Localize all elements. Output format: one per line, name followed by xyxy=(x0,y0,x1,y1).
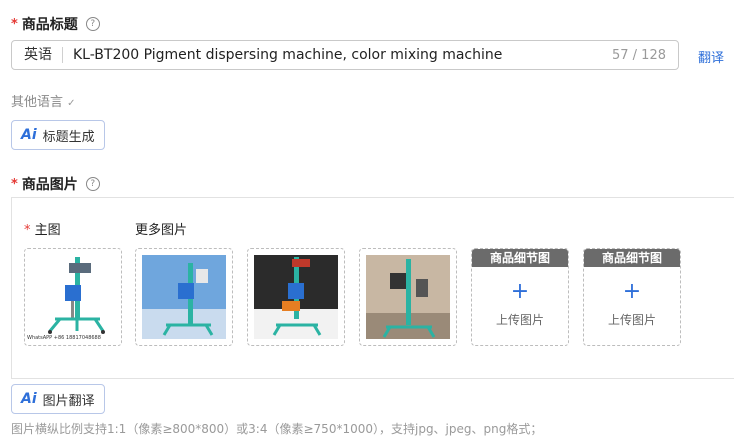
main-image-slot[interactable]: WhatsAPP +86 18817048688 xyxy=(24,248,122,346)
more-image-2[interactable] xyxy=(247,248,345,346)
product-photo-main xyxy=(25,249,121,345)
ai-title-generate-button[interactable]: Ai 标题生成 xyxy=(11,120,105,150)
other-language-label: 其他语言 xyxy=(11,95,64,110)
translate-link[interactable]: 翻译 xyxy=(698,47,724,66)
upload-image-label: 上传图片 xyxy=(607,313,656,327)
upload-image-label: 上传图片 xyxy=(495,313,544,327)
product-photo-workshop xyxy=(366,255,450,339)
detail-image-slot-2[interactable]: 商品细节图 + 上传图片 xyxy=(583,248,681,346)
detail-image-slot-1[interactable]: 商品细节图 + 上传图片 xyxy=(471,248,569,346)
product-title-heading: * 商品标题 ? xyxy=(11,14,100,34)
product-photo-dark xyxy=(254,255,338,339)
ai-icon: Ai xyxy=(21,127,37,143)
main-image-caption: WhatsAPP +86 18817048688 xyxy=(27,335,101,341)
more-image-1[interactable] xyxy=(135,248,233,346)
required-mark: * xyxy=(11,16,18,32)
detail-slot-header: 商品细节图 xyxy=(472,249,568,267)
plus-icon: + xyxy=(622,279,642,304)
language-tag[interactable]: 英语 xyxy=(12,47,63,63)
more-image-3[interactable] xyxy=(359,248,457,346)
product-title-input[interactable]: 英语 KL-BT200 Pigment dispersing machine, … xyxy=(11,40,679,70)
product-images-heading: * 商品图片 ? xyxy=(11,174,100,194)
help-icon[interactable]: ? xyxy=(85,17,100,31)
product-images-label: 商品图片 xyxy=(21,177,78,193)
product-title-label: 商品标题 xyxy=(21,17,78,33)
main-image-heading: * 主图 xyxy=(24,219,61,238)
char-counter: 57 / 128 xyxy=(612,47,666,63)
help-icon[interactable]: ? xyxy=(85,177,100,191)
main-image-label: 主图 xyxy=(34,223,61,238)
image-requirements-note: 图片横纵比例支持1:1（像素≥800*800）或3:4（像素≥750*1000）… xyxy=(11,422,543,436)
ai-image-translate-label: 图片翻译 xyxy=(42,393,95,409)
ai-icon: Ai xyxy=(21,391,37,407)
more-images-label: 更多图片 xyxy=(135,223,188,238)
product-title-value[interactable]: KL-BT200 Pigment dispersing machine, col… xyxy=(63,47,612,63)
product-photo-sky xyxy=(142,255,226,339)
ai-image-translate-button[interactable]: Ai 图片翻译 xyxy=(11,384,105,414)
chevron-down-icon: ✓ xyxy=(67,98,76,109)
other-language-toggle[interactable]: 其他语言 ✓ xyxy=(11,91,76,110)
required-mark: * xyxy=(11,176,18,192)
detail-slot-header: 商品细节图 xyxy=(584,249,680,267)
plus-icon: + xyxy=(510,279,530,304)
ai-title-generate-label: 标题生成 xyxy=(42,129,95,145)
required-mark: * xyxy=(24,223,31,238)
